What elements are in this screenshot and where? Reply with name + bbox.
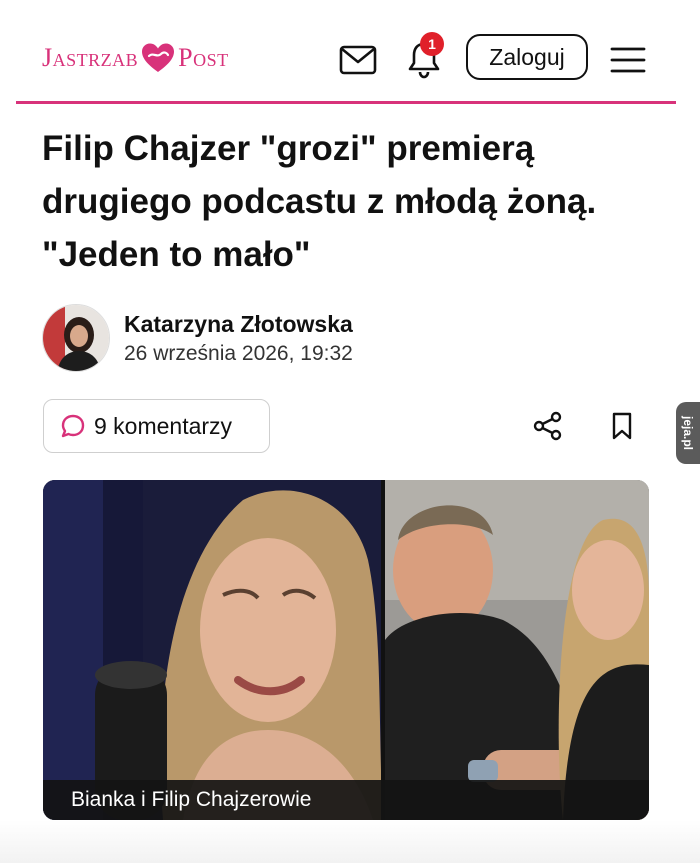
notification-badge: 1 [420, 32, 444, 56]
comments-button[interactable]: 9 komentarzy [43, 399, 270, 453]
site-header: Jastrzab Post 1 Zaloguj [16, 16, 676, 104]
share-icon[interactable] [530, 406, 566, 446]
login-button[interactable]: Zaloguj [466, 34, 588, 80]
bookmark-icon[interactable] [604, 406, 640, 446]
author-name[interactable]: Katarzyna Złotowska [124, 311, 353, 338]
hero-photo [43, 480, 649, 820]
author-block[interactable]: Katarzyna Złotowska 26 września 2026, 19… [42, 304, 353, 372]
article-hero-image[interactable]: Bianka i Filip Chajzerowie [43, 480, 649, 820]
logo-text-right: Post [178, 43, 229, 72]
comments-count-label: 9 komentarzy [94, 412, 233, 439]
watermark-tab: jeja.pl [676, 402, 700, 464]
watermark-text: jeja.pl [681, 415, 695, 450]
publish-date: 26 września 2026, 19:32 [124, 341, 353, 365]
logo-text-left: Jastrzab [42, 43, 139, 72]
site-logo[interactable]: Jastrzab Post [42, 40, 229, 76]
comment-icon [61, 414, 85, 438]
author-avatar[interactable] [42, 304, 110, 372]
notifications-button[interactable]: 1 [404, 32, 444, 80]
heart-logo-icon [140, 40, 176, 76]
image-caption: Bianka i Filip Chajzerowie [43, 780, 649, 820]
bottom-fade [0, 820, 700, 863]
hamburger-menu-icon[interactable] [606, 38, 650, 82]
mail-icon[interactable] [338, 40, 378, 80]
author-meta: Katarzyna Złotowska 26 września 2026, 19… [124, 311, 353, 366]
article-title: Filip Chajzer "grozi" premierą drugiego … [42, 129, 597, 274]
